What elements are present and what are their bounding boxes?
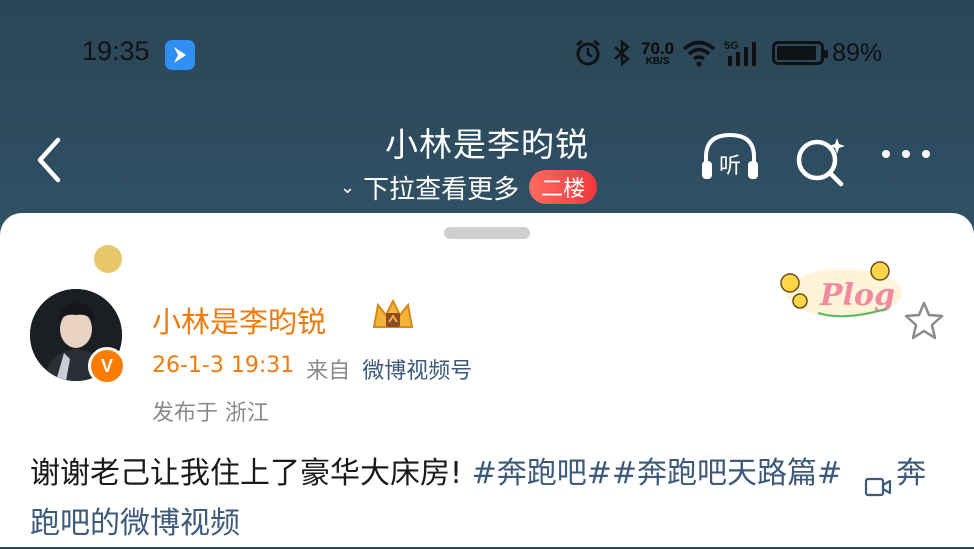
post-location: 发布于 浙江 [152, 401, 269, 426]
battery-level [777, 46, 817, 60]
status-time: 19:35 [82, 36, 150, 66]
plog-label: Plog [819, 278, 895, 313]
pull-down-more[interactable]: ⌄ 下拉查看更多 二楼 [340, 168, 598, 206]
post-meta: 26-1-3 19:31 来自 微博视频号 [152, 353, 472, 385]
network-speed-value: 70.0 [641, 38, 675, 58]
network-speed: 70.0 KB/S [641, 40, 674, 67]
dot-icon [882, 150, 890, 158]
search-sparkle-icon [796, 138, 845, 187]
listen-label: 听 [719, 154, 741, 179]
pull-hint-label: 下拉查看更多 [363, 174, 520, 205]
second-floor-badge[interactable]: 二楼 [529, 170, 598, 204]
more-options-button[interactable] [882, 150, 930, 158]
network-speed-unit: KB/S [645, 55, 670, 67]
crown-badge-icon[interactable] [370, 297, 416, 333]
favorite-star-button[interactable] [902, 299, 946, 343]
post-username[interactable]: 小林是李昀锐 [152, 299, 326, 341]
search-button[interactable] [793, 132, 849, 188]
bluetooth-icon [611, 38, 633, 68]
cellular-signal-icon: 5G [724, 38, 764, 68]
star-icon [904, 301, 944, 340]
battery-icon [772, 41, 829, 65]
dot-icon [902, 150, 910, 158]
status-icons: 70.0 KB/S 5G 89% [573, 36, 882, 70]
notification-app-icon [165, 40, 195, 70]
hashtag-link[interactable]: #奔跑吧天路篇# [612, 456, 842, 491]
wifi-icon [682, 39, 716, 67]
hashtag-link[interactable]: #奔跑吧# [472, 456, 612, 491]
verified-badge-icon: V [88, 347, 126, 385]
drag-handle[interactable] [444, 227, 530, 239]
video-icon [864, 464, 892, 496]
post-date: 26-1-3 19:31 [152, 353, 295, 378]
post-text: 谢谢老己让我住上了豪华大床房! #奔跑吧##奔跑吧天路篇# 奔跑吧的微博视频 [30, 449, 950, 549]
post-text-main: 谢谢老己让我住上了豪华大床房! [30, 456, 472, 491]
post-source-link[interactable]: 微博视频号 [362, 353, 472, 385]
status-bar: 19:35 70.0 KB/S 5G 89% [0, 0, 974, 110]
listen-button[interactable]: 听 [698, 127, 762, 187]
headphones-icon: 听 [702, 132, 758, 179]
plog-sticker: Plog [774, 257, 906, 325]
post-card: V 小林是李昀锐 26-1-3 19:31 来自 微博视频号 发布于 浙江 Pl… [0, 213, 974, 547]
dot-icon [922, 150, 930, 158]
signal-label: 5G [724, 40, 739, 52]
avatar-pendant-icon [92, 243, 124, 275]
battery-percent: 89% [832, 38, 883, 67]
from-label: 来自 [306, 359, 351, 384]
chevron-down-icon: ⌄ [340, 176, 356, 198]
alarm-icon [573, 38, 603, 68]
